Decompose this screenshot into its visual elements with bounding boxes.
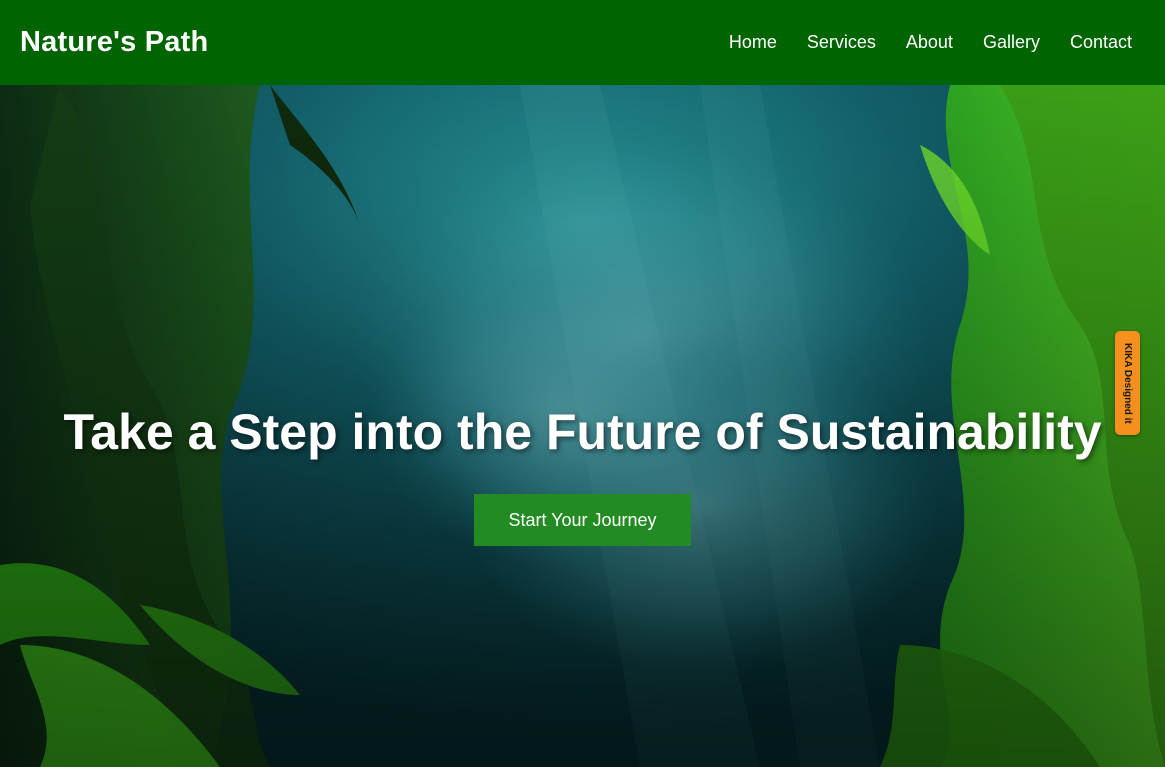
navbar: Nature's Path Home Services About Galler… <box>0 0 1165 85</box>
page: Nature's Path Home Services About Galler… <box>0 0 1165 767</box>
nav-link-home[interactable]: Home <box>729 32 777 53</box>
nav-link-about[interactable]: About <box>906 32 953 53</box>
designer-credit-label: KIKA Designed it <box>1122 342 1133 424</box>
main-nav: Home Services About Gallery Contact <box>729 32 1132 53</box>
start-journey-button[interactable]: Start Your Journey <box>474 494 691 546</box>
nav-link-services[interactable]: Services <box>807 32 876 53</box>
nav-link-gallery[interactable]: Gallery <box>983 32 1040 53</box>
site-logo[interactable]: Nature's Path <box>20 26 208 59</box>
hero-title: Take a Step into the Future of Sustainab… <box>63 404 1102 460</box>
hero-content: Take a Step into the Future of Sustainab… <box>0 403 1165 546</box>
designer-credit-tab[interactable]: KIKA Designed it <box>1115 331 1140 435</box>
nav-link-contact[interactable]: Contact <box>1070 32 1132 53</box>
hero-section: Take a Step into the Future of Sustainab… <box>0 85 1165 767</box>
